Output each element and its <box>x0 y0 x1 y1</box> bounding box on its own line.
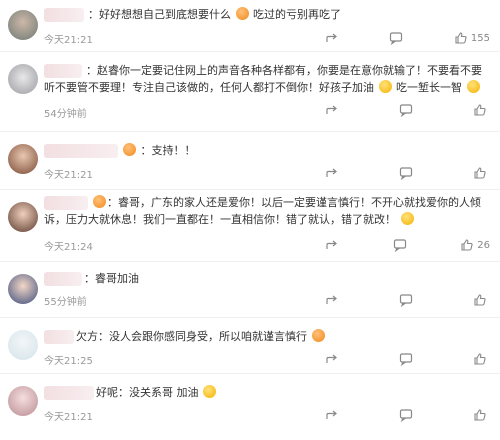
comment-text: 好好想想自己到底想要什么 <box>99 8 231 21</box>
comment-item: ：睿哥加油 55分钟前 <box>0 262 500 318</box>
username-blurred[interactable] <box>44 8 84 22</box>
avatar[interactable] <box>8 202 38 232</box>
username-blurred[interactable] <box>44 144 118 158</box>
comment-actions <box>325 292 490 308</box>
avatar[interactable] <box>8 144 38 174</box>
comment-actions <box>325 165 490 181</box>
comment-icon[interactable] <box>399 293 413 307</box>
comment-time: 今天21:25 <box>44 356 93 367</box>
comment-icon[interactable] <box>399 103 413 117</box>
comment-list: ：好好想想自己到底想要什么 吃过的亏别再吃了 今天21:21 155 ：赵睿你一… <box>0 0 500 440</box>
comment-time: 今天21:24 <box>44 242 93 253</box>
like-count: 155 <box>470 32 490 44</box>
like-button[interactable] <box>473 408 490 422</box>
thumbs-up-icon <box>473 103 487 117</box>
comment-text-line: 好呢：没关系哥 加油 <box>96 384 490 401</box>
comment-time: 今天21:21 <box>44 170 93 181</box>
thumbs-up-icon <box>473 166 487 180</box>
comment-text: 睿哥加油 <box>95 272 139 285</box>
comment-time: 今天21:21 <box>44 412 93 423</box>
like-count: 26 <box>477 239 490 251</box>
like-button[interactable]: 155 <box>454 31 490 45</box>
comment-author-suffix: ： <box>84 272 95 285</box>
comment-text: 没人会跟你感同身受，所以咱就谨言慎行 <box>109 330 307 343</box>
like-button[interactable] <box>473 293 490 307</box>
avatar[interactable] <box>8 274 38 304</box>
comment-item: ：赵睿你一定要记住网上的声音各种各样都有，你要是在意你就输了！不要看不要听不要管… <box>0 52 500 132</box>
like-button[interactable]: 26 <box>460 238 490 252</box>
avatar[interactable] <box>8 386 38 416</box>
comment-icon[interactable] <box>393 238 407 252</box>
thumbs-up-icon <box>460 238 474 252</box>
emoji-icon <box>311 329 325 342</box>
badge-icon <box>93 195 106 208</box>
badge-icon <box>123 143 136 156</box>
comment-time: 54分钟前 <box>44 109 87 120</box>
username-blurred[interactable] <box>44 330 74 344</box>
comment-text-line: ：赵睿你一定要记住网上的声音各种各样都有，你要是在意你就输了！不要看不要听不要管… <box>44 62 490 96</box>
comment-author-suffix: ： <box>88 8 99 21</box>
comment-author-suffix: 好呢： <box>96 386 129 399</box>
comment-time: 今天21:21 <box>44 35 93 46</box>
comment-text-line: ：好好想想自己到底想要什么 吃过的亏别再吃了 <box>88 6 490 23</box>
share-icon[interactable] <box>325 238 339 252</box>
comment-item: ：支持！！ 今天21:21 <box>0 132 500 190</box>
comment-icon[interactable] <box>399 352 413 366</box>
comment-author-suffix: ： <box>107 196 118 209</box>
comment-actions <box>325 102 490 118</box>
like-button[interactable] <box>473 352 490 366</box>
comment-item: 好呢：没关系哥 加油 今天21:21 <box>0 374 500 440</box>
thumbs-up-icon <box>473 408 487 422</box>
share-icon[interactable] <box>325 166 339 180</box>
thumbs-up-icon <box>473 352 487 366</box>
comment-text-after-emoji: 吃一堑长一智 <box>396 81 462 94</box>
username-blurred[interactable] <box>44 386 94 400</box>
comment-text: 支持！！ <box>151 144 196 157</box>
comment-author-suffix: ： <box>86 64 97 77</box>
share-icon[interactable] <box>325 408 339 422</box>
comment-text-line: ：支持！！ <box>122 142 490 159</box>
username-blurred[interactable] <box>44 272 82 286</box>
comment-text-line: ：睿哥加油 <box>84 270 490 287</box>
comment-item: ：好好想想自己到底想要什么 吃过的亏别再吃了 今天21:21 155 <box>0 0 500 52</box>
thumbs-up-icon <box>473 293 487 307</box>
comment-author-suffix: ： <box>140 144 152 157</box>
comment-actions <box>325 351 490 367</box>
like-button[interactable] <box>473 103 490 117</box>
comment-actions <box>325 407 490 423</box>
comment-icon[interactable] <box>399 166 413 180</box>
emoji-icon <box>378 80 392 93</box>
emoji-icon <box>466 80 480 93</box>
avatar[interactable] <box>8 64 38 94</box>
emoji-icon <box>235 7 249 20</box>
comment-item: ：睿哥，广东的家人还是爱你！以后一定要谨言慎行！不开心就找爱你的人倾诉，压力大就… <box>0 190 500 262</box>
comment-actions: 155 <box>325 30 490 46</box>
share-icon[interactable] <box>325 103 339 117</box>
avatar[interactable] <box>8 330 38 360</box>
flex-emoji-icon <box>203 385 216 398</box>
share-icon[interactable] <box>325 352 339 366</box>
comment-text-line: 欠方：没人会跟你感同身受，所以咱就谨言慎行 <box>76 328 490 345</box>
comment-text: 没关系哥 加油 <box>129 386 199 399</box>
like-button[interactable] <box>473 166 490 180</box>
avatar[interactable] <box>8 10 38 40</box>
comment-time: 55分钟前 <box>44 297 87 308</box>
comment-item: 欠方：没人会跟你感同身受，所以咱就谨言慎行 今天21:25 <box>0 318 500 374</box>
comment-text-after-emoji: 吃过的亏别再吃了 <box>253 8 341 21</box>
comment-actions: 26 <box>325 237 490 253</box>
share-icon[interactable] <box>325 293 339 307</box>
comment-author-suffix: 欠方： <box>76 330 109 343</box>
comment-text-line: ：睿哥，广东的家人还是爱你！以后一定要谨言慎行！不开心就找爱你的人倾诉，压力大就… <box>44 194 490 228</box>
comment-icon[interactable] <box>399 408 413 422</box>
share-icon[interactable] <box>325 31 339 45</box>
thumbs-up-icon <box>454 31 468 45</box>
flex-emoji-icon <box>400 212 414 225</box>
comment-icon[interactable] <box>389 31 403 45</box>
